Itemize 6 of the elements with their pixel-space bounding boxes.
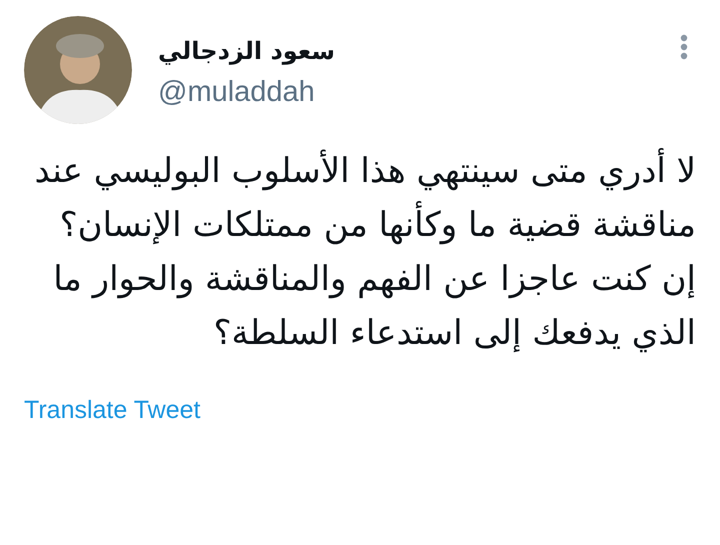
tweet-text: لا أدري متى سينتهي هذا الأسلوب البوليسي عند مناقشة قضية ما وكأنها من ممتلكات الإنسان؟ إن كنت عاجزا عن الفهم والمناقشة والحوار ما الذي يدفعك إلى استدعاء السلطة؟ — [24, 144, 696, 360]
avatar-photo-placeholder[interactable] — [24, 16, 132, 124]
translate-link[interactable]: Translate Tweet — [24, 396, 200, 425]
author-handle[interactable]: @muladdah — [158, 76, 680, 109]
author-name[interactable]: سعود الزدجالي — [158, 34, 680, 68]
more-options-icon[interactable] — [680, 34, 688, 60]
